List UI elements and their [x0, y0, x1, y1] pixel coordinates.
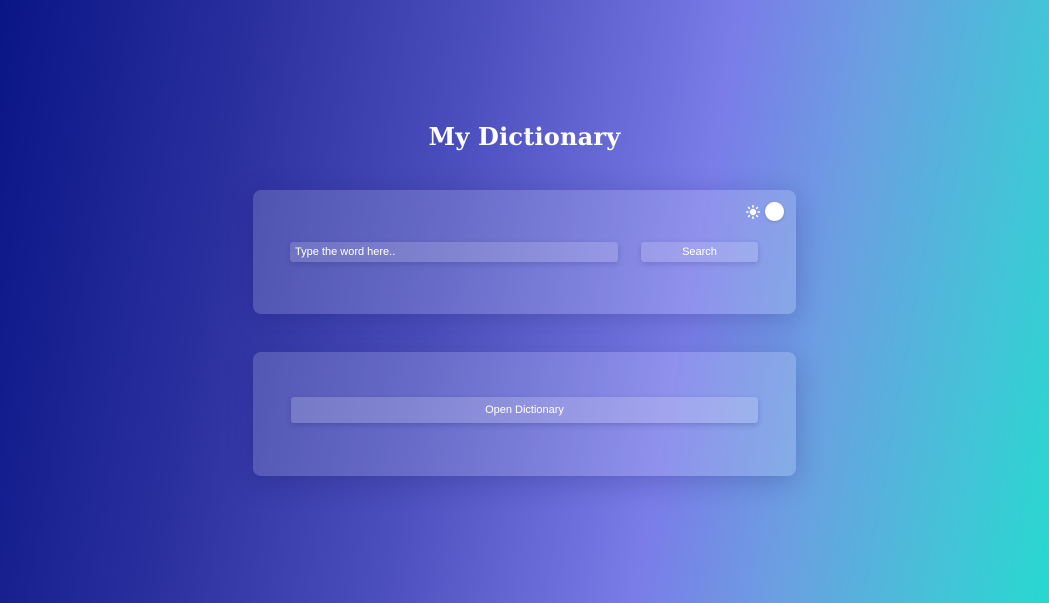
open-dictionary-button[interactable]: Open Dictionary — [291, 397, 758, 423]
theme-toggle-knob[interactable] — [765, 202, 784, 221]
search-button[interactable]: Search — [641, 242, 758, 262]
sun-icon — [745, 204, 761, 220]
open-dictionary-card: Open Dictionary — [253, 352, 796, 476]
page-title: My Dictionary — [428, 122, 621, 151]
search-input[interactable] — [290, 242, 618, 262]
theme-toggle[interactable] — [745, 202, 784, 221]
search-card: Search — [253, 190, 796, 314]
